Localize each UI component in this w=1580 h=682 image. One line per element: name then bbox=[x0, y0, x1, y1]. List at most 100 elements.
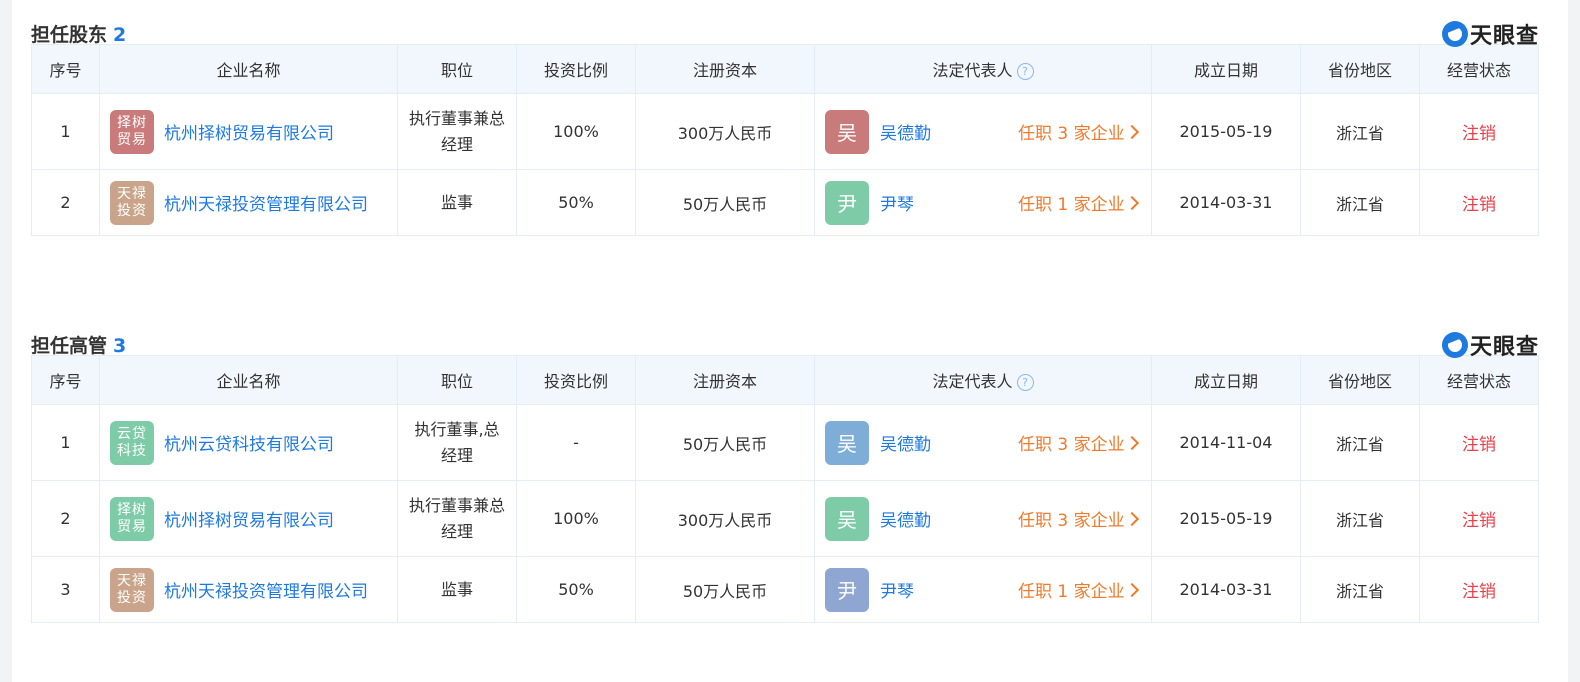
column-header-status: 经营状态 bbox=[1419, 355, 1539, 405]
table-row: 2 择树 贸易 杭州择树贸易有限公司 执行董事兼总经理 100% 300万人民币吴吴德勤任… bbox=[31, 480, 1539, 557]
column-header-label: 序号 bbox=[49, 61, 82, 80]
chevron-right-icon bbox=[1124, 435, 1139, 451]
column-header-label: 投资比例 bbox=[543, 61, 608, 80]
company-logo[interactable]: 择树 贸易 bbox=[110, 496, 154, 541]
brand-name: 天眼查 bbox=[1469, 335, 1539, 360]
avatar[interactable]: 尹 bbox=[825, 180, 869, 225]
column-header-label: 职位 bbox=[440, 61, 473, 80]
person-link[interactable]: 吴德勤 bbox=[880, 430, 931, 455]
cell-capital: 300万人民币 bbox=[635, 93, 815, 170]
position-text: 执行董事兼总经理 bbox=[409, 108, 506, 154]
company-logo[interactable]: 天禄 投资 bbox=[110, 180, 154, 225]
company-link[interactable]: 杭州择树贸易有限公司 bbox=[164, 119, 334, 144]
cell-index: 3 bbox=[31, 556, 100, 623]
cell-company: 天禄 投资 杭州天禄投资管理有限公司 bbox=[99, 556, 398, 623]
column-header-label: 职位 bbox=[440, 372, 473, 391]
column-header-label: 注册资本 bbox=[692, 372, 757, 391]
roles-label: 任职 3 家企业 bbox=[1018, 511, 1125, 531]
column-header-region: 省份地区 bbox=[1300, 355, 1420, 405]
column-header-index: 序号 bbox=[31, 44, 100, 94]
column-header-label: 投资比例 bbox=[543, 372, 608, 391]
cell-ratio: 50% bbox=[516, 556, 636, 623]
cell-index: 2 bbox=[31, 169, 100, 236]
column-header-capital: 注册资本 bbox=[635, 355, 815, 405]
person-link[interactable]: 尹琴 bbox=[880, 577, 914, 602]
person-link[interactable]: 吴德勤 bbox=[880, 119, 931, 144]
cell-ratio: 100% bbox=[516, 93, 636, 170]
table-header-row: 序号 企业名称 职位 投资比例 注册资本 法定代表人? 成立日期 省份地区 经营状态 bbox=[31, 355, 1539, 405]
section-count: 3 bbox=[113, 335, 127, 357]
position-text: 监事 bbox=[440, 579, 473, 599]
cell-capital: 50万人民币 bbox=[635, 556, 815, 623]
cell-date: 2014-03-31 bbox=[1151, 169, 1301, 236]
section-title-text: 担任股东 bbox=[31, 24, 108, 46]
roles-link[interactable]: 任职 3 家企业 bbox=[1018, 506, 1139, 531]
result-table: 序号 企业名称 职位 投资比例 注册资本 法定代表人? 成立日期 省份地区 经营状态 1 云贷 科技… bbox=[31, 355, 1539, 623]
cell-legal-rep: 尹尹琴 任职 1 家企业 bbox=[814, 556, 1152, 623]
position-text: 执行董事兼总经理 bbox=[409, 495, 506, 541]
avatar[interactable]: 尹 bbox=[825, 567, 869, 612]
content-panel: 担任股东 2 天眼查 序号 企业名称 职位 投资比例 注册资本 法定代表人? 成立日期 省份地区 经营… bbox=[12, 0, 1568, 682]
cell-legal-rep: 吴吴德勤 任职 3 家企业 bbox=[814, 404, 1152, 481]
status-badge: 注销 bbox=[1419, 404, 1539, 481]
column-header-position: 职位 bbox=[397, 44, 517, 94]
cell-company: 择树 贸易 杭州择树贸易有限公司 bbox=[99, 93, 398, 170]
company-logo[interactable]: 天禄 投资 bbox=[110, 567, 154, 612]
cell-date: 2015-05-19 bbox=[1151, 480, 1301, 557]
roles-label: 任职 3 家企业 bbox=[1018, 124, 1125, 144]
status-badge: 注销 bbox=[1419, 480, 1539, 557]
company-logo[interactable]: 择树 贸易 bbox=[110, 109, 154, 154]
avatar[interactable]: 吴 bbox=[825, 109, 869, 154]
company-logo[interactable]: 云贷 科技 bbox=[110, 420, 154, 465]
brand-logo[interactable]: 天眼查 bbox=[1441, 331, 1539, 360]
person-link[interactable]: 尹琴 bbox=[880, 190, 914, 215]
roles-link[interactable]: 任职 3 家企业 bbox=[1018, 119, 1139, 144]
section-executive: 担任高管 3 天眼查 序号 企业名称 职位 投资比例 注册资本 法定代表人? 成立日期 省份地区 经营… bbox=[31, 311, 1539, 623]
cell-capital: 50万人民币 bbox=[635, 169, 815, 236]
cell-region: 浙江省 bbox=[1300, 93, 1420, 170]
status-badge: 注销 bbox=[1419, 556, 1539, 623]
column-header-label: 企业名称 bbox=[216, 61, 281, 80]
chevron-right-icon bbox=[1124, 511, 1139, 527]
position-text: 执行董事,总经理 bbox=[414, 419, 500, 465]
company-link[interactable]: 杭州云贷科技有限公司 bbox=[164, 430, 334, 455]
help-icon[interactable]: ? bbox=[1016, 63, 1034, 80]
cell-index: 2 bbox=[31, 480, 100, 557]
cell-date: 2015-05-19 bbox=[1151, 93, 1301, 170]
column-header-legal: 法定代表人? bbox=[814, 44, 1152, 94]
avatar[interactable]: 吴 bbox=[825, 420, 869, 465]
roles-label: 任职 1 家企业 bbox=[1018, 195, 1125, 215]
table-row: 3 天禄 投资 杭州天禄投资管理有限公司 监事 50% 50万人民币尹尹琴 任职 1 家企业… bbox=[31, 556, 1539, 623]
result-table: 序号 企业名称 职位 投资比例 注册资本 法定代表人? 成立日期 省份地区 经营状态 1 择树 贸易… bbox=[31, 44, 1539, 236]
table-row: 2 天禄 投资 杭州天禄投资管理有限公司 监事 50% 50万人民币尹尹琴 任职 1 家企业… bbox=[31, 169, 1539, 236]
section-shareholder: 担任股东 2 天眼查 序号 企业名称 职位 投资比例 注册资本 法定代表人? 成立日期 省份地区 经营… bbox=[31, 0, 1539, 236]
roles-link[interactable]: 任职 1 家企业 bbox=[1018, 190, 1139, 215]
cell-region: 浙江省 bbox=[1300, 556, 1420, 623]
position-text: 监事 bbox=[440, 192, 473, 212]
status-badge: 注销 bbox=[1419, 169, 1539, 236]
column-header-label: 企业名称 bbox=[216, 372, 281, 391]
tianyancha-logo-icon bbox=[1441, 21, 1468, 47]
chevron-right-icon bbox=[1124, 195, 1139, 211]
person-link[interactable]: 吴德勤 bbox=[880, 506, 931, 531]
roles-link[interactable]: 任职 3 家企业 bbox=[1018, 430, 1139, 455]
cell-ratio: 100% bbox=[516, 480, 636, 557]
table-row: 1 择树 贸易 杭州择树贸易有限公司 执行董事兼总经理 100% 300万人民币吴吴德勤任… bbox=[31, 93, 1539, 170]
roles-link[interactable]: 任职 1 家企业 bbox=[1018, 577, 1139, 602]
column-header-label: 法定代表人 bbox=[932, 61, 1013, 80]
cell-position: 执行董事兼总经理 bbox=[397, 480, 517, 557]
cell-legal-rep: 吴吴德勤 任职 3 家企业 bbox=[814, 480, 1152, 557]
brand-logo[interactable]: 天眼查 bbox=[1441, 20, 1539, 49]
company-link[interactable]: 杭州择树贸易有限公司 bbox=[164, 506, 334, 531]
company-link[interactable]: 杭州天禄投资管理有限公司 bbox=[164, 190, 368, 215]
column-header-company: 企业名称 bbox=[99, 44, 398, 94]
cell-ratio: - bbox=[516, 404, 636, 481]
roles-label: 任职 3 家企业 bbox=[1018, 435, 1125, 455]
section-header: 担任股东 2 天眼查 bbox=[31, 0, 1539, 49]
help-icon[interactable]: ? bbox=[1016, 374, 1034, 391]
company-link[interactable]: 杭州天禄投资管理有限公司 bbox=[164, 577, 368, 602]
avatar[interactable]: 吴 bbox=[825, 496, 869, 541]
table-header-row: 序号 企业名称 职位 投资比例 注册资本 法定代表人? 成立日期 省份地区 经营状态 bbox=[31, 44, 1539, 94]
column-header-ratio: 投资比例 bbox=[516, 355, 636, 405]
cell-date: 2014-11-04 bbox=[1151, 404, 1301, 481]
